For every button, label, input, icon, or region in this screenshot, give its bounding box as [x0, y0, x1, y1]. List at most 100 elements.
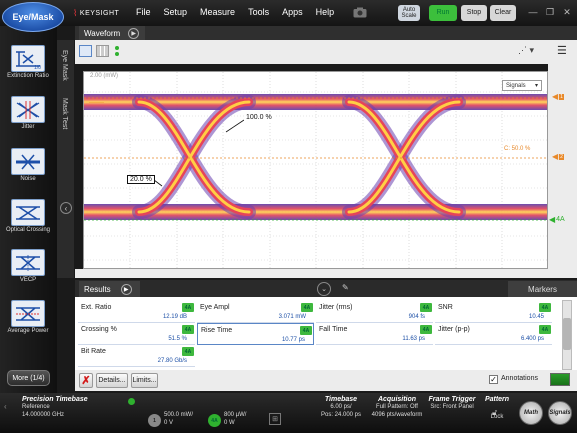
result-name: Bit Rate: [81, 348, 106, 355]
waveform-toolbar: ⋰ ▾ ☰: [75, 40, 577, 64]
menu-help[interactable]: Help: [316, 7, 335, 17]
collapse-panel-icon[interactable]: ‹: [60, 202, 72, 214]
timebase-frequency: 14.000000 GHz: [22, 412, 65, 418]
result-cell-jitter-rms[interactable]: Jitter (rms) 904 fs 4A: [316, 301, 433, 323]
result-name: Rise Time: [201, 327, 233, 334]
menu-icon[interactable]: ☰: [557, 44, 571, 58]
frame-trigger-panel[interactable]: Frame Trigger Src: Front Panel: [426, 396, 478, 411]
channel-1-icon[interactable]: 1: [148, 414, 161, 427]
pin-icon[interactable]: ✎: [342, 283, 349, 292]
acquisition-panel[interactable]: Acquisition Full Pattern: Off 4096 pts/w…: [370, 396, 424, 419]
eye-diagram-graph[interactable]: 2.00 (mW) ——— 100.0 % 20.0 % C: 50.0 % S…: [83, 71, 548, 269]
result-cell-ext-ratio[interactable]: Ext. Ratio 12.19 dB 4A: [78, 301, 195, 323]
expand-left-icon[interactable]: ‹: [4, 402, 7, 411]
limits-button[interactable]: Limits...: [131, 373, 158, 388]
result-cell-crossing[interactable]: Crossing % 51.5 % 4A: [78, 323, 195, 345]
menu-tools[interactable]: Tools: [248, 7, 269, 17]
details-button[interactable]: Details...: [96, 373, 128, 388]
channel-badge: 4A: [420, 325, 432, 334]
result-cell-fall-time[interactable]: Fall Time 11.63 ps 4A: [316, 323, 433, 345]
annotations-checkbox[interactable]: ✓: [489, 375, 498, 384]
keysight-logo: ⌇ KEYSIGHT: [73, 8, 119, 19]
result-value: 904 fs: [408, 314, 425, 320]
result-cell-snr[interactable]: SNR 10.45 4A: [435, 301, 552, 323]
timebase-position: Pos: 24.000 ps: [320, 412, 362, 418]
timebase-title: Timebase: [324, 396, 358, 403]
sidebar-item-average-power[interactable]: Average Power: [5, 300, 51, 344]
collapse-results-icon[interactable]: ⌄: [317, 282, 331, 296]
annotation-color-swatch[interactable]: [550, 373, 570, 386]
tab-results[interactable]: Results ▶: [79, 281, 140, 297]
scrollbar-thumb[interactable]: [563, 318, 571, 350]
trace-options-icon[interactable]: ⋰ ▾: [518, 45, 540, 57]
signals-button[interactable]: Signals: [548, 401, 572, 425]
tab-markers[interactable]: Markers: [508, 281, 577, 297]
eye-crossings: [132, 95, 466, 219]
channel-badge: 4A: [539, 325, 551, 334]
sidebar-label: Extinction Ratio: [7, 73, 49, 79]
sidebar-item-extinction-ratio[interactable]: 1/0 Extinction Ratio: [5, 45, 51, 89]
channel-4-scale[interactable]: 800 µW/ 0 W: [224, 411, 246, 427]
marker-rail: ◀ 1 ◀ 2 ◀ 4A: [548, 64, 577, 278]
restore-icon[interactable]: ❐: [543, 6, 557, 18]
delete-measurement-icon[interactable]: ✗: [79, 373, 93, 388]
channel-1-scale[interactable]: 500.0 mW/ 0 V: [164, 411, 193, 427]
play-icon[interactable]: ▶: [128, 27, 140, 39]
more-measurements-button[interactable]: More (1/4): [7, 370, 50, 386]
result-value: 6.400 ps: [520, 336, 544, 342]
result-cell-jitter-pp[interactable]: Jitter (p-p) 6.400 ps 4A: [435, 323, 552, 345]
clear-button[interactable]: Clear: [490, 5, 516, 21]
minimize-icon[interactable]: —: [526, 6, 540, 18]
close-icon[interactable]: ✕: [560, 6, 574, 18]
run-button[interactable]: Run: [429, 5, 457, 21]
single-grid-icon[interactable]: [79, 45, 92, 57]
result-cell-bit-rate[interactable]: Bit Rate 27.80 Gb/s 4A: [78, 345, 195, 367]
pattern-panel[interactable]: Pattern Lock 🔓︎: [482, 396, 512, 421]
camera-icon[interactable]: [353, 7, 367, 18]
menu-apps[interactable]: Apps: [282, 7, 303, 17]
sidebar-item-vecp[interactable]: VECP: [5, 249, 51, 293]
timebase-scale: 6.00 ps/: [330, 404, 352, 410]
math-button[interactable]: Math: [519, 401, 543, 425]
precision-timebase-panel[interactable]: Precision Timebase Reference 14.000000 G…: [22, 396, 140, 430]
channel-badge: 4A: [182, 325, 194, 334]
status-dot-icon: [115, 46, 119, 50]
result-value: 10.45: [528, 314, 544, 320]
tab-eye-mask[interactable]: Eye Mask: [61, 50, 68, 81]
status-led-icon: [128, 398, 135, 405]
sidebar-label: Noise: [20, 176, 36, 182]
channel-grid-icon[interactable]: ⊞: [269, 413, 281, 425]
sidebar-label: Jitter: [21, 124, 35, 130]
result-cell-eye-ampl[interactable]: Eye Ampl 3.071 mW 4A: [197, 301, 314, 323]
timebase-panel[interactable]: Timebase 6.00 ps/ Pos: 24.000 ps: [306, 396, 376, 419]
mode-button[interactable]: Eye/Mask: [2, 2, 64, 32]
result-name: Fall Time: [319, 326, 348, 333]
result-name: SNR: [438, 304, 453, 311]
result-value: 51.5 %: [168, 336, 187, 342]
menu-file[interactable]: File: [136, 7, 151, 17]
acquisition-pattern: Full Pattern: Off: [376, 404, 418, 410]
result-cell-rise-time[interactable]: Rise Time 10.77 ps 4A: [197, 323, 314, 345]
multi-grid-icon[interactable]: [96, 45, 109, 57]
tab-mask-test[interactable]: Mask Test: [61, 98, 68, 129]
channel-4-icon[interactable]: 4A: [208, 414, 221, 427]
marker-4a[interactable]: ◀ 4A: [549, 215, 565, 224]
menu-measure[interactable]: Measure: [200, 7, 235, 17]
tab-waveform[interactable]: Waveform ▶: [79, 26, 145, 40]
sidebar-item-jitter[interactable]: Jitter: [5, 96, 51, 140]
marker-4a-label: 4A: [556, 216, 565, 223]
sidebar-item-optical-crossing[interactable]: Optical Crossing: [5, 199, 51, 243]
frame-trigger-source: Src: Front Panel: [430, 404, 474, 410]
marker-1[interactable]: ◀ 1: [552, 92, 564, 101]
stop-button[interactable]: Stop: [461, 5, 487, 21]
play-icon[interactable]: ▶: [120, 283, 132, 295]
result-value: 27.80 Gb/s: [157, 358, 187, 364]
sidebar-item-noise[interactable]: Noise: [5, 148, 51, 192]
marker-2[interactable]: ◀ 2: [552, 152, 564, 161]
channel-badge: 4A: [182, 347, 194, 356]
trace-selector-label: Signals: [506, 82, 526, 89]
trace-selector[interactable]: Signals ▾: [502, 80, 542, 91]
annotation-leader: [153, 179, 163, 187]
menu-setup[interactable]: Setup: [164, 7, 188, 17]
auto-scale-button[interactable]: Auto Scale: [398, 5, 420, 21]
